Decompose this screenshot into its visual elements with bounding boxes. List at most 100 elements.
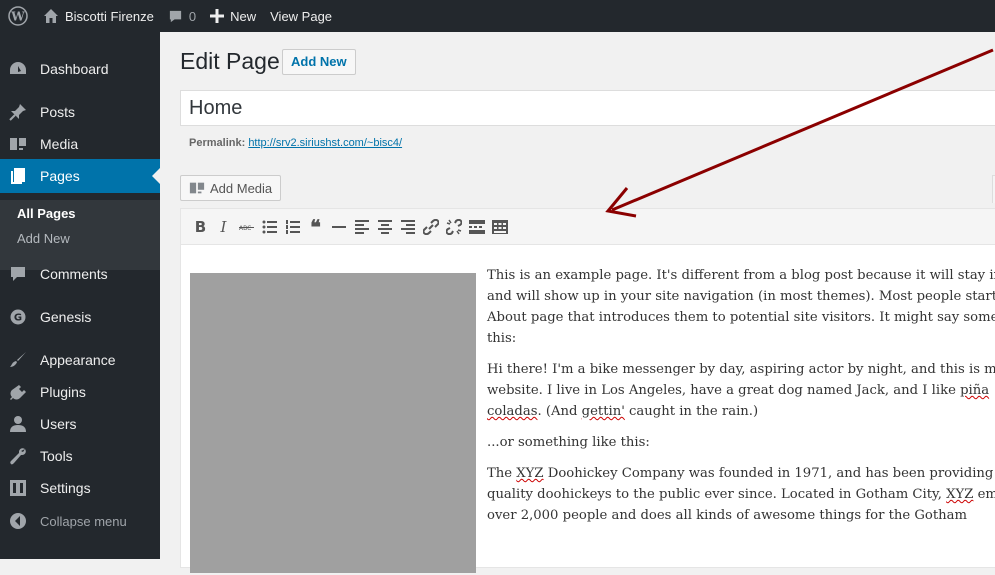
- sidebar-label: Pages: [40, 168, 80, 184]
- sidebar-item-settings[interactable]: Settings: [0, 471, 160, 505]
- sidebar-item-plugins[interactable]: Plugins: [0, 375, 160, 409]
- bullet-list-icon[interactable]: [258, 214, 281, 240]
- editor-toolbar: B I ABC ❝: [181, 209, 995, 245]
- add-media-label: Add Media: [210, 180, 273, 196]
- svg-text:G: G: [14, 313, 22, 324]
- read-more-icon[interactable]: [465, 214, 488, 240]
- paragraph: Hi there! I'm a bike messenger by day, a…: [487, 359, 995, 422]
- add-media-button[interactable]: Add Media: [180, 175, 282, 201]
- media-icon: [0, 135, 36, 153]
- collapse-arrow-icon: [0, 512, 36, 530]
- text-line: This is an example page. It's different …: [487, 268, 995, 283]
- bold-icon[interactable]: B: [189, 214, 212, 240]
- text-line: Doohickey Company was founded in 1971, a…: [543, 466, 994, 481]
- comments-count: 0: [188, 8, 197, 24]
- editor-content[interactable]: This is an example page. It's different …: [181, 245, 995, 575]
- site-name-link[interactable]: Biscotti Firenze: [36, 0, 161, 32]
- placeholder-image[interactable]: [190, 273, 476, 573]
- sidebar-label: Users: [40, 416, 77, 432]
- users-icon: [0, 415, 36, 433]
- submenu-all-pages[interactable]: All Pages: [17, 206, 76, 221]
- permalink: Permalink: http://srv2.siriushst.com/~bi…: [189, 137, 402, 149]
- sidebar-label: Tools: [40, 448, 73, 464]
- permalink-url[interactable]: http://srv2.siriushst.com/~bisc4/: [248, 137, 402, 149]
- text-line: caught in the rain.): [624, 404, 759, 419]
- add-new-button[interactable]: Add New: [282, 49, 356, 75]
- spelling-error: XYZ: [516, 466, 544, 481]
- sidebar-item-comments[interactable]: Comments: [0, 257, 160, 291]
- paragraph: ...or something like this:: [487, 432, 995, 453]
- horizontal-rule-icon[interactable]: [327, 214, 350, 240]
- text-line: Hi there! I'm a bike messenger by day, a…: [487, 362, 995, 377]
- sidebar-item-media[interactable]: Media: [0, 127, 160, 161]
- svg-text:ABC: ABC: [239, 225, 251, 232]
- title-input[interactable]: [180, 90, 995, 126]
- site-name: Biscotti Firenze: [65, 8, 154, 24]
- collapse-label: Collapse menu: [40, 513, 127, 529]
- sidebar-item-tools[interactable]: Tools: [0, 439, 160, 473]
- link-icon[interactable]: [419, 214, 442, 240]
- text-line: The: [487, 466, 517, 481]
- new-label: New: [230, 8, 257, 24]
- sidebar-label: Posts: [40, 104, 76, 120]
- view-page-link[interactable]: View Page: [263, 0, 339, 32]
- italic-icon[interactable]: I: [212, 214, 235, 240]
- spelling-error: coladas: [487, 404, 538, 419]
- content-text: This is an example page. It's different …: [487, 265, 995, 536]
- pushpin-icon: [0, 103, 36, 121]
- comment-icon: [169, 10, 181, 22]
- strikethrough-icon[interactable]: ABC: [235, 214, 258, 240]
- permalink-label: Permalink:: [189, 137, 246, 149]
- sidebar-label: Plugins: [40, 384, 86, 400]
- paragraph: This is an example page. It's different …: [487, 265, 995, 349]
- sidebar-label: Media: [40, 136, 79, 152]
- blockquote-icon[interactable]: ❝: [304, 214, 327, 240]
- text-line: over 2,000 people and does all kinds of …: [487, 508, 968, 523]
- sidebar-item-posts[interactable]: Posts: [0, 95, 160, 129]
- unlink-icon[interactable]: [442, 214, 465, 240]
- text-line: quality doohickeys to the public ever si…: [487, 487, 947, 502]
- align-left-icon[interactable]: [350, 214, 373, 240]
- wrench-icon: [0, 447, 36, 465]
- spelling-error: XYZ: [946, 487, 974, 502]
- text-line: this:: [487, 331, 517, 346]
- sidebar-item-users[interactable]: Users: [0, 407, 160, 441]
- dashboard-icon: [0, 60, 36, 78]
- content-editor: B I ABC ❝ This is an example page. It's …: [180, 208, 995, 573]
- toolbar-toggle-icon[interactable]: [488, 214, 511, 240]
- media-icon: [189, 182, 205, 194]
- genesis-icon: G: [0, 308, 36, 326]
- align-center-icon[interactable]: [373, 214, 396, 240]
- sidebar-item-genesis[interactable]: G Genesis: [0, 300, 160, 334]
- settings-icon: [0, 479, 36, 497]
- brush-icon: [0, 351, 36, 369]
- sidebar-label: Appearance: [40, 352, 116, 368]
- sidebar-item-appearance[interactable]: Appearance: [0, 343, 160, 377]
- pages-icon: [0, 167, 36, 185]
- admin-sidebar: Dashboard Posts Media Pages All Pages Ad…: [0, 32, 160, 559]
- sidebar-item-dashboard[interactable]: Dashboard: [0, 52, 160, 86]
- text-line: . (And: [537, 404, 582, 419]
- text-line: About page that introduces them to poten…: [487, 310, 995, 325]
- collapse-menu-button[interactable]: Collapse menu: [0, 504, 160, 538]
- numbered-list-icon[interactable]: [281, 214, 304, 240]
- sidebar-label: Dashboard: [40, 61, 109, 77]
- spelling-error: piña: [960, 383, 990, 398]
- text-line: ...or something like this:: [487, 435, 650, 450]
- text-line: website. I live in Los Angeles, have a g…: [487, 383, 961, 398]
- admin-bar: W Biscotti Firenze 0 New View Page: [0, 0, 995, 32]
- paragraph: The XYZ Doohickey Company was founded in…: [487, 463, 995, 526]
- plus-icon: [210, 9, 225, 23]
- sidebar-label: Settings: [40, 480, 91, 496]
- submenu-add-new[interactable]: Add New: [17, 231, 70, 246]
- spelling-error: gettin': [581, 404, 625, 419]
- sidebar-label: Genesis: [40, 309, 92, 325]
- comments-link[interactable]: 0: [161, 0, 203, 32]
- align-right-icon[interactable]: [396, 214, 419, 240]
- main-content: Edit Page Add New Permalink: http://srv2…: [160, 32, 995, 573]
- new-content-link[interactable]: New: [203, 0, 263, 32]
- view-page-label: View Page: [270, 8, 333, 24]
- page-title: Edit Page: [180, 48, 280, 74]
- wordpress-logo-icon[interactable]: W: [0, 0, 36, 32]
- sidebar-item-pages[interactable]: Pages: [0, 159, 160, 193]
